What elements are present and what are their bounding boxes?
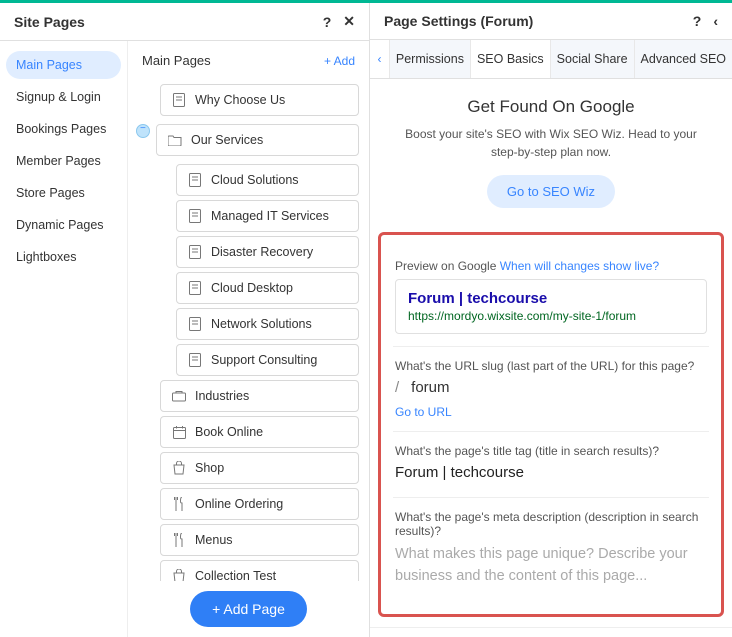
hero-title: Get Found On Google xyxy=(394,97,708,117)
help-icon[interactable]: ? xyxy=(693,13,702,29)
folder-icon xyxy=(167,134,183,146)
page-label: Managed IT Services xyxy=(211,209,329,223)
add-page-button[interactable]: + Add Page xyxy=(190,591,307,627)
hero-desc: Boost your site's SEO with Wix SEO Wiz. … xyxy=(394,125,708,161)
page-row[interactable]: Menus xyxy=(160,524,359,556)
back-icon[interactable]: ‹ xyxy=(713,13,718,29)
page-label: Cloud Solutions xyxy=(211,173,299,187)
page-row[interactable]: Book Online xyxy=(160,416,359,448)
seo-highlight-box: Preview on Google When will changes show… xyxy=(378,232,724,617)
cutlery-icon xyxy=(171,497,187,511)
cat-member[interactable]: Member Pages xyxy=(6,147,121,175)
page-label: Why Choose Us xyxy=(195,93,285,107)
tab-advanced-seo[interactable]: Advanced SEO xyxy=(634,40,732,78)
page-label: Book Online xyxy=(195,425,263,439)
page-label: Cloud Desktop xyxy=(211,281,293,295)
add-link[interactable]: + Add xyxy=(324,54,355,68)
page-row[interactable]: Managed IT Services xyxy=(176,200,359,232)
page-icon xyxy=(187,317,203,331)
page-label: Shop xyxy=(195,461,224,475)
tab-back-icon[interactable]: ‹ xyxy=(370,40,389,78)
category-sidebar: Main Pages Signup & Login Bookings Pages… xyxy=(0,41,128,637)
page-icon xyxy=(187,281,203,295)
page-row[interactable]: Cloud Solutions xyxy=(176,164,359,196)
page-icon xyxy=(187,353,203,367)
page-row[interactable]: Shop xyxy=(160,452,359,484)
preview-help-link[interactable]: When will changes show live? xyxy=(500,259,659,273)
cat-bookings[interactable]: Bookings Pages xyxy=(6,115,121,143)
cutlery-icon xyxy=(171,533,187,547)
page-settings-title: Page Settings (Forum) xyxy=(384,13,533,29)
tab-social-share[interactable]: Social Share xyxy=(550,40,634,78)
page-label: Menus xyxy=(195,533,233,547)
google-preview-url: https://mordyo.wixsite.com/my-site-1/for… xyxy=(408,309,694,323)
site-pages-title: Site Pages xyxy=(14,14,85,30)
slug-slash: / xyxy=(395,379,399,396)
page-row[interactable]: Collection Test xyxy=(160,560,359,581)
bag-icon xyxy=(171,461,187,475)
cat-signup-login[interactable]: Signup & Login xyxy=(6,83,121,111)
title-label: What's the page's title tag (title in se… xyxy=(395,444,707,458)
google-preview: Forum | techcourse https://mordyo.wixsit… xyxy=(395,279,707,334)
seo-wiz-button[interactable]: Go to SEO Wiz xyxy=(487,175,615,208)
tab-permissions[interactable]: Permissions xyxy=(389,40,470,78)
calendar-icon xyxy=(171,426,187,439)
cat-main-pages[interactable]: Main Pages xyxy=(6,51,121,79)
collapse-icon[interactable] xyxy=(136,124,150,138)
page-icon xyxy=(187,245,203,259)
slug-input[interactable]: forum xyxy=(411,379,449,396)
page-tree: Why Choose Us Our Services Cloud Solutio… xyxy=(128,80,369,581)
page-label: Disaster Recovery xyxy=(211,245,313,259)
page-row[interactable]: Cloud Desktop xyxy=(176,272,359,304)
page-row[interactable]: Why Choose Us xyxy=(160,84,359,116)
bag-icon xyxy=(171,569,187,581)
google-preview-title: Forum | techcourse xyxy=(408,290,694,307)
meta-label: What's the page's meta description (desc… xyxy=(395,510,707,538)
folder-row[interactable]: Our Services xyxy=(156,124,359,156)
page-row[interactable]: Industries xyxy=(160,380,359,412)
briefcase-icon xyxy=(171,390,187,402)
page-row[interactable]: Network Solutions xyxy=(176,308,359,340)
page-icon xyxy=(171,93,187,107)
close-icon[interactable]: ✕ xyxy=(343,13,355,30)
page-row[interactable]: Support Consulting xyxy=(176,344,359,376)
meta-input[interactable]: What makes this page unique? Describe yo… xyxy=(395,544,707,588)
cat-store[interactable]: Store Pages xyxy=(6,179,121,207)
page-label: Network Solutions xyxy=(211,317,312,331)
page-label: Online Ordering xyxy=(195,497,283,511)
page-row[interactable]: Online Ordering xyxy=(160,488,359,520)
page-label: Support Consulting xyxy=(211,353,317,367)
slug-label: What's the URL slug (last part of the UR… xyxy=(395,359,707,373)
help-icon[interactable]: ? xyxy=(323,14,332,30)
preview-label: Preview on Google xyxy=(395,259,496,273)
tab-seo-basics[interactable]: SEO Basics xyxy=(470,40,550,78)
title-input[interactable]: Forum | techcourse xyxy=(395,464,707,481)
page-icon xyxy=(187,209,203,223)
cat-dynamic[interactable]: Dynamic Pages xyxy=(6,211,121,239)
page-icon xyxy=(187,173,203,187)
go-url-link[interactable]: Go to URL xyxy=(395,405,452,419)
page-row[interactable]: Disaster Recovery xyxy=(176,236,359,268)
page-label: Industries xyxy=(195,389,249,403)
cat-lightboxes[interactable]: Lightboxes xyxy=(6,243,121,271)
page-label: Collection Test xyxy=(195,569,276,581)
folder-label: Our Services xyxy=(191,133,263,147)
tree-title: Main Pages xyxy=(142,53,211,68)
